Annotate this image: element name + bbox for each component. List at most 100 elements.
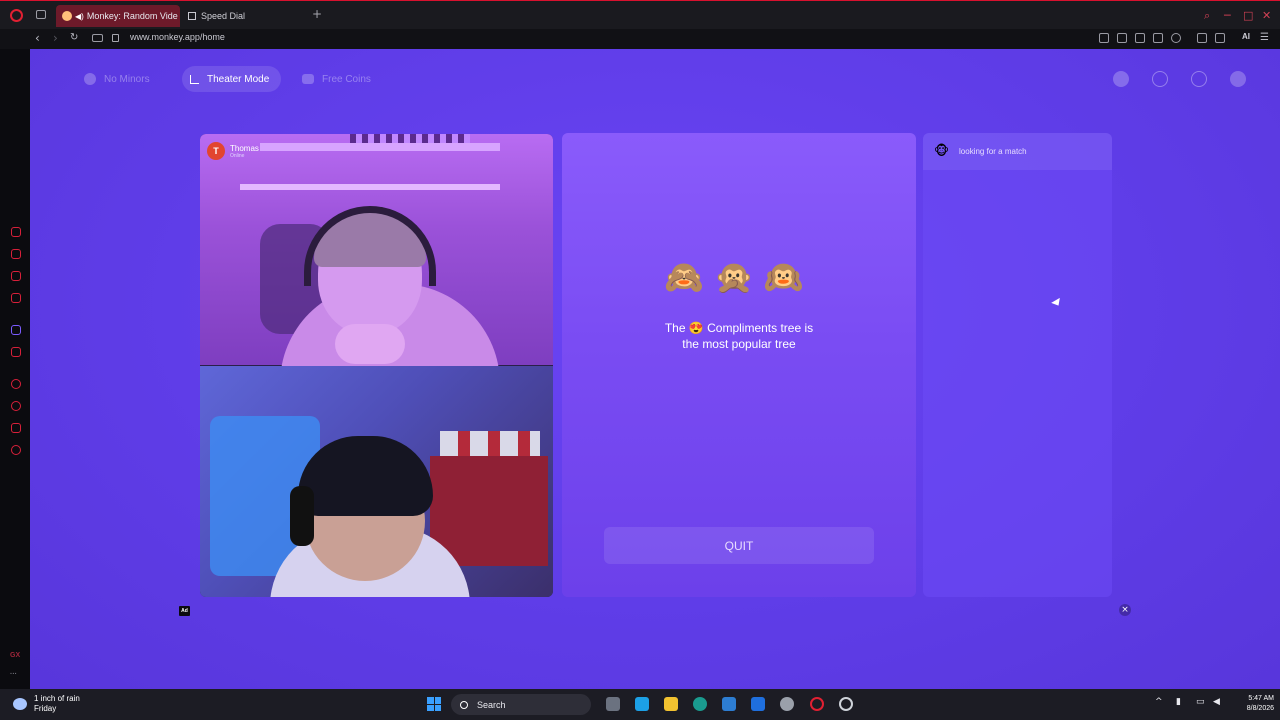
minimize-button[interactable]: ─	[1224, 9, 1231, 22]
speaker-icon[interactable]: ◀)	[75, 12, 84, 21]
tab-label: Speed Dial	[201, 11, 246, 21]
edge-icon[interactable]	[693, 697, 707, 711]
shield-icon[interactable]	[1135, 33, 1145, 43]
snapshot-icon[interactable]	[92, 34, 103, 42]
weather-icon[interactable]	[13, 698, 27, 710]
partner-name: Thomas	[230, 143, 259, 153]
theater-mode-button[interactable]: Theater Mode	[182, 66, 282, 92]
tip-line-1: The 😍 Compliments tree is	[664, 321, 814, 335]
weather-text: 1 inch of rain	[34, 694, 80, 703]
network-icon[interactable]: ▭	[1196, 697, 1205, 707]
sidebar-mods-icon[interactable]	[11, 271, 21, 281]
tab-label: Monkey: Random Vide	[86, 11, 178, 21]
monkey-menu-icon[interactable]	[1230, 71, 1246, 87]
free-coins-button[interactable]: Free Coins	[294, 66, 383, 92]
monkey-favicon-icon	[62, 11, 72, 21]
search-label: Search	[477, 699, 506, 710]
sidebar-player-icon[interactable]	[11, 379, 21, 389]
sidebar-extensions-icon[interactable]	[11, 423, 21, 433]
sidebar-more-icon[interactable]: ···	[10, 671, 17, 678]
tab-monkey[interactable]: ◀) Monkey: Random Vide	[56, 5, 180, 27]
monkeys-emoji: 🙈🙊🙉	[664, 258, 814, 296]
opera-logo-icon[interactable]	[10, 9, 23, 22]
cabinet	[430, 456, 548, 566]
headset	[304, 206, 436, 286]
quit-button[interactable]: QUIT	[604, 527, 874, 564]
taskbar-search[interactable]: Search	[451, 694, 591, 715]
store-icon[interactable]	[722, 697, 736, 711]
history-icon[interactable]	[1152, 71, 1168, 87]
tab-speed-dial[interactable]: Speed Dial	[182, 5, 302, 27]
search-tabs-icon[interactable]: ⌕	[1204, 9, 1210, 23]
settings-icon[interactable]	[780, 697, 794, 711]
download-icon[interactable]	[1215, 33, 1225, 43]
monkey-app-page: No Minors Theater Mode Free Coins T Thom…	[30, 49, 1280, 689]
clock[interactable]: 5:47 AM 8/8/2026	[1224, 694, 1274, 714]
match-status-row: 🐵 looking for a match	[923, 133, 1112, 170]
chat-icon[interactable]	[1191, 71, 1207, 87]
sidebar-discount-icon[interactable]	[11, 347, 21, 357]
mail-icon[interactable]	[751, 697, 765, 711]
no-minors-toggle[interactable]: No Minors	[76, 66, 162, 92]
partner-badge[interactable]: T Thomas Online	[207, 142, 259, 160]
hand	[335, 324, 405, 364]
maximize-button[interactable]: □	[1243, 9, 1253, 22]
play-icon[interactable]	[1153, 33, 1163, 43]
clock-time: 5:47 AM	[1248, 695, 1274, 702]
expand-icon	[190, 74, 199, 84]
start-icon[interactable]	[427, 697, 441, 711]
tray-chevron-icon[interactable]: ^	[1155, 697, 1163, 707]
file-explorer-icon[interactable]	[664, 697, 678, 711]
heart-icon[interactable]	[1171, 33, 1181, 43]
waiting-card: 🙈🙊🙉 The 😍 Compliments tree is the most p…	[562, 133, 916, 597]
no-minors-icon	[84, 73, 96, 85]
volume-icon[interactable]: ◀	[1213, 697, 1220, 707]
sidebar-history-icon[interactable]	[11, 401, 21, 411]
partner-avatar: T	[207, 142, 225, 160]
close-window-button[interactable]: ✕	[1262, 9, 1271, 22]
sidebar-twitch-icon[interactable]	[11, 325, 21, 335]
browser-tab-bar: ◀) Monkey: Random Vide Speed Dial + ⌕ ─ …	[0, 0, 1280, 29]
profile-avatar-icon[interactable]	[1113, 71, 1129, 87]
weather-widget[interactable]: 1 inch of rain Friday	[34, 694, 80, 714]
match-panel: 🐵 looking for a match	[923, 133, 1112, 597]
url-field[interactable]: www.monkey.app/home	[130, 32, 225, 42]
close-ad-button[interactable]: ×	[1119, 604, 1131, 616]
monkey-icon: 🐵	[934, 144, 950, 159]
reload-icon[interactable]: ↻	[70, 32, 78, 43]
free-coins-label: Free Coins	[322, 73, 371, 85]
sidebar-messenger-icon[interactable]	[11, 293, 21, 303]
task-view-icon[interactable]	[606, 697, 620, 711]
weather-day: Friday	[34, 704, 57, 713]
menu-icon[interactable]: ☰	[1260, 32, 1269, 43]
windows-taskbar: 1 inch of rain Friday Search ^ ▮ ▭ ◀ 5:4…	[0, 689, 1280, 720]
sidebar-settings-icon[interactable]	[11, 445, 21, 455]
shelf	[240, 184, 500, 190]
ai-button[interactable]: AI	[1242, 32, 1250, 41]
bookmark-icon[interactable]	[1117, 33, 1127, 43]
tip-text: The 😍 Compliments tree is the most popul…	[562, 320, 916, 352]
video-panel: T Thomas Online	[200, 134, 553, 597]
partner-video: T Thomas Online	[200, 134, 553, 384]
tip-line-2: the most popular tree	[682, 337, 796, 351]
new-tab-button[interactable]: +	[312, 7, 322, 21]
coin-icon	[302, 74, 314, 84]
self-video	[200, 366, 553, 597]
pin-icon[interactable]	[1099, 33, 1109, 43]
back-icon[interactable]: ‹	[35, 31, 40, 45]
sidebar-gx-corner-icon[interactable]	[11, 249, 21, 259]
wallet-icon[interactable]	[1197, 33, 1207, 43]
opera-gx-icon[interactable]	[810, 697, 824, 711]
ad-badge[interactable]: Ad	[179, 606, 190, 616]
steam-icon[interactable]	[839, 697, 853, 711]
no-minors-label: No Minors	[104, 73, 150, 85]
microphone-icon[interactable]: ▮	[1176, 697, 1181, 707]
headset	[290, 486, 314, 546]
sidebar-refresh-icon[interactable]	[11, 227, 21, 237]
copilot-icon[interactable]	[635, 697, 649, 711]
sidebar-gx-label[interactable]: GX	[10, 652, 20, 659]
browser-sidebar: GX ···	[0, 49, 30, 689]
partner-status: Online	[230, 152, 245, 159]
forward-icon[interactable]: ›	[53, 31, 58, 45]
workspaces-icon[interactable]	[36, 10, 46, 19]
